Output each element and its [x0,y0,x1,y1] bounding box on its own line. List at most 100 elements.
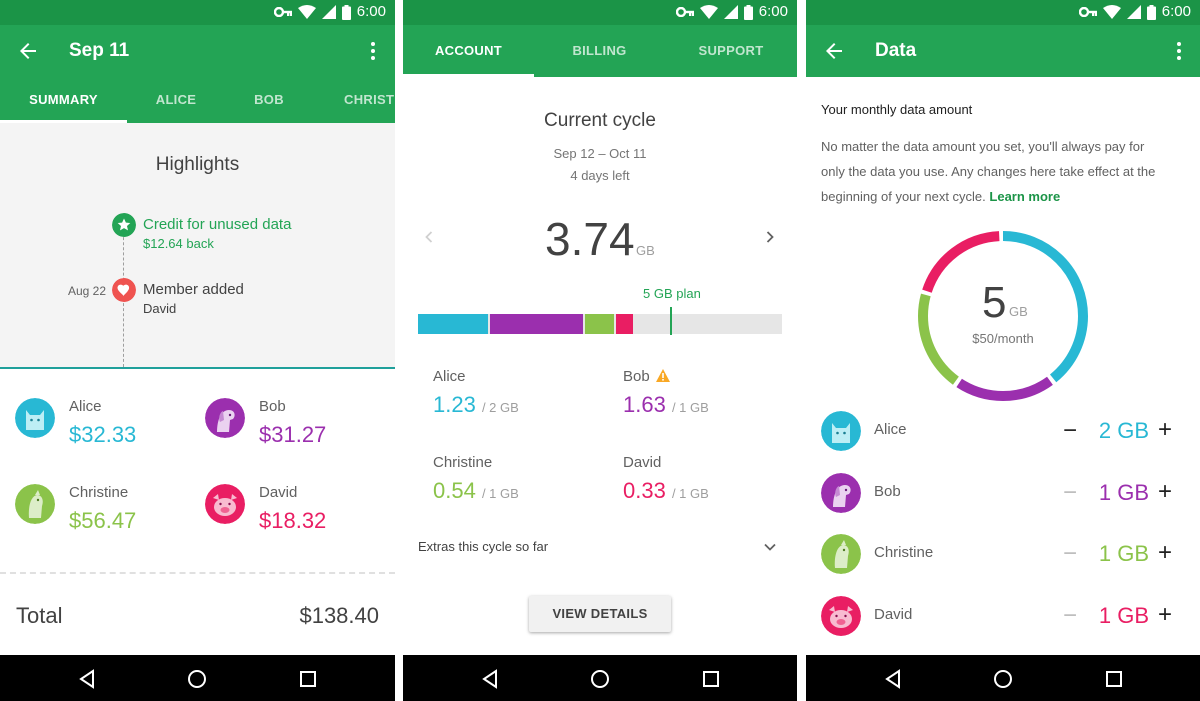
event-subtitle: $12.64 back [143,236,214,251]
nav-home-icon[interactable] [589,668,611,690]
nav-back-icon[interactable] [479,668,501,690]
usage-segment-david [616,314,634,334]
signal-icon [1126,5,1141,19]
allocation-name: Alice [874,421,907,438]
chevron-right-icon[interactable] [762,229,778,245]
allocation-row: Christine − 1 GB + [806,534,1200,574]
system-nav-bar [403,655,797,701]
vpn-key-icon [675,7,694,17]
event-date: Aug 22 [67,284,106,298]
usage-name: Bob [623,368,670,385]
chevron-down-icon[interactable] [762,539,778,555]
decrease-button[interactable]: − [1063,479,1077,507]
total-label: Total [16,603,63,628]
battery-icon [1146,4,1156,20]
bird-avatar-icon [821,534,861,574]
tab-bob[interactable]: BOB [225,77,313,123]
usage-amount: 0.33 / 1 GB [623,478,709,503]
tab-summary[interactable]: SUMMARY [0,77,127,123]
usage-unit: GB [636,243,655,258]
decrease-button[interactable]: − [1063,540,1077,568]
member-name: Alice [69,398,102,415]
allocation-name: David [874,606,913,623]
cycle-title: Current cycle [544,110,656,131]
tab-account[interactable]: ACCOUNT [403,25,534,77]
learn-more-link[interactable]: Learn more [989,189,1060,204]
allocation-value: 2 GB [1098,418,1150,443]
allocation-value: 1 GB [1098,480,1150,505]
increase-button[interactable]: + [1158,601,1172,629]
increase-button[interactable]: + [1158,539,1172,567]
tab-billing[interactable]: BILLING [534,25,665,77]
tab-alice[interactable]: ALICE [127,77,225,123]
increase-button[interactable]: + [1158,478,1172,506]
member-card[interactable]: Bob $31.27 [205,398,385,458]
member-card[interactable]: Alice $32.33 [15,398,195,458]
back-arrow-icon[interactable] [16,39,40,63]
status-bar: 6:00 [403,0,797,25]
usage-amount: 0.54 / 1 GB [433,478,519,503]
member-card[interactable]: David $18.32 [205,484,385,544]
chevron-left-icon[interactable] [421,229,437,245]
usage-name: Christine [433,454,493,471]
battery-icon [341,4,351,20]
dog-avatar-icon [205,398,245,438]
decrease-button[interactable]: − [1063,417,1077,445]
usage-name: Alice [433,368,466,385]
nav-back-icon[interactable] [882,668,904,690]
member-card[interactable]: Christine $56.47 [15,484,195,544]
vpn-key-icon [273,7,292,17]
usage-cell: David 0.33 / 1 GB [623,454,793,510]
pig-avatar-icon [205,484,245,524]
member-name: Bob [259,398,286,415]
tab-indicator [403,74,534,77]
more-options-icon[interactable] [361,39,385,63]
highlights-panel: Highlights Credit for unused data $12.64… [0,123,395,369]
cat-avatar-icon [821,411,861,451]
usage-value: 3.74 [545,213,635,265]
allocation-value: 1 GB [1098,603,1150,628]
member-amount: $18.32 [259,508,327,533]
nav-recents-icon[interactable] [1103,668,1125,690]
tab-support[interactable]: SUPPORT [665,25,797,77]
nav-home-icon[interactable] [992,668,1014,690]
member-amount: $32.33 [69,422,137,447]
status-time: 6:00 [758,3,788,20]
nav-back-icon[interactable] [76,668,98,690]
warning-icon [655,369,670,382]
nav-home-icon[interactable] [186,668,208,690]
wifi-icon [1102,5,1121,19]
usage-limit: / 2 GB [481,400,519,415]
cycle-dates: Sep 12 – Oct 11 [553,146,647,161]
allocation-row: Alice − 2 GB + [806,411,1200,451]
extras-label[interactable]: Extras this cycle so far [418,539,548,554]
usage-segment-christine [584,314,614,334]
system-nav-bar [0,655,395,701]
wifi-icon [699,5,718,19]
status-bar: 6:00 [0,0,395,25]
status-time: 6:00 [1161,3,1191,20]
allocation-row: Bob − 1 GB + [806,473,1200,513]
event-subtitle: David [143,301,177,316]
battery-icon [743,4,753,20]
usage-cell: Christine 0.54 / 1 GB [433,454,603,510]
more-options-icon[interactable] [1167,39,1191,63]
usage-limit: / 1 GB [671,400,709,415]
allocation-value: 1 GB [1098,541,1150,566]
vpn-key-icon [1078,7,1097,17]
usage-segment-alice [418,314,488,334]
allocation-name: Bob [874,483,901,500]
view-details-button[interactable]: VIEW DETAILS [529,596,671,632]
nav-recents-icon[interactable] [700,668,722,690]
decrease-button[interactable]: − [1063,602,1077,630]
tab-christine[interactable]: CHRISTI [313,77,395,123]
increase-button[interactable]: + [1158,416,1172,444]
member-amount: $56.47 [69,508,137,533]
nav-recents-icon[interactable] [297,668,319,690]
page-title: Data [875,40,917,61]
back-arrow-icon[interactable] [822,39,846,63]
monthly-price: $50/month [972,331,1034,346]
usage-amount: 1.63 / 1 GB [623,392,709,417]
account-tabs: ACCOUNT BILLING SUPPORT [403,25,797,77]
cat-avatar-icon [15,398,55,438]
